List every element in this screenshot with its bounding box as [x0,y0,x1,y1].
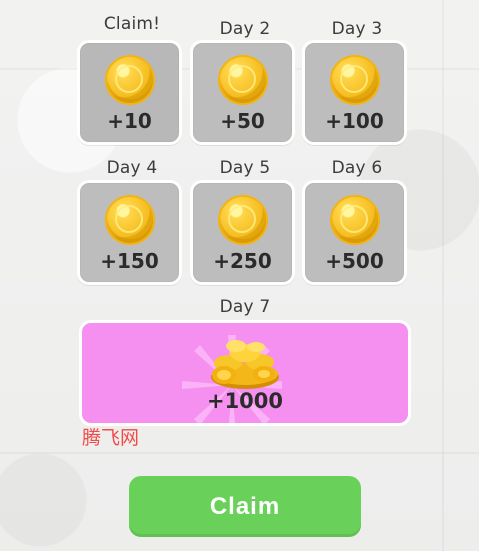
day-2-reward: +50 [220,109,265,133]
day-1-reward: +10 [107,109,152,133]
day-7-reward: +1000 [206,389,284,413]
coin-icon [329,55,380,105]
day-4-card: +150 [77,180,182,285]
day-7-card: +1000 [79,320,411,426]
day-5-reward: +250 [213,249,272,273]
day-3-reward: +100 [325,109,384,133]
day-7-label: Day 7 [219,297,271,317]
coin-icon [104,195,155,245]
day-6-reward: +500 [325,249,384,273]
day-1-card[interactable]: +10 [77,40,182,145]
day-5-label: Day 5 [219,158,271,178]
day-1-label: Claim! [103,14,161,34]
claim-button[interactable]: Claim [129,476,361,537]
day-5-card: +250 [190,180,295,285]
coin-icon [217,195,268,245]
watermark-text: 腾飞网 [82,427,140,449]
day-4-label: Day 4 [106,158,158,178]
day-2-label: Day 2 [219,19,271,39]
day-4-reward: +150 [100,249,159,273]
coin-icon [217,55,268,105]
coin-icon [329,195,380,245]
day-6-label: Day 6 [331,158,383,178]
day-2-card: +50 [190,40,295,145]
day-3-label: Day 3 [331,19,383,39]
day-3-card: +100 [302,40,407,145]
coin-icon [104,55,155,105]
day-6-card: +500 [302,180,407,285]
coin-pile-icon [211,340,279,389]
